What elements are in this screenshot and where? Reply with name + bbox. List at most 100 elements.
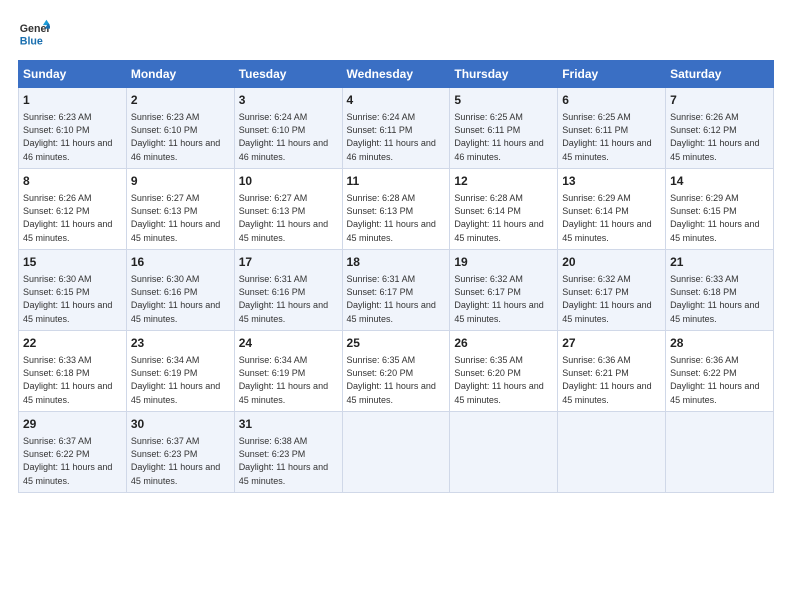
calendar-cell: 15 Sunrise: 6:30 AMSunset: 6:15 PMDayligh… (19, 249, 127, 330)
calendar-cell: 5Sunrise: 6:25 AMSunset: 6:11 PMDaylight… (450, 88, 558, 169)
day-info: Sunrise: 6:26 AMSunset: 6:12 PMDaylight:… (23, 193, 112, 243)
calendar-cell: 3 Sunrise: 6:24 AMSunset: 6:10 PMDaylight… (234, 88, 342, 169)
calendar-cell: 18 Sunrise: 6:31 AMSunset: 6:17 PMDayligh… (342, 249, 450, 330)
day-info: Sunrise: 6:36 AMSunset: 6:22 PMDaylight:… (670, 355, 759, 405)
day-number: 17 (239, 254, 338, 271)
day-info: Sunrise: 6:25 AMSunset: 6:11 PMDaylight:… (562, 112, 651, 162)
day-info: Sunrise: 6:34 AMSunset: 6:19 PMDaylight:… (131, 355, 220, 405)
calendar-cell: 24 Sunrise: 6:34 AMSunset: 6:19 PMDayligh… (234, 330, 342, 411)
day-number: 24 (239, 335, 338, 352)
header: General Blue (18, 18, 774, 50)
day-info: Sunrise: 6:23 AMSunset: 6:10 PMDaylight:… (131, 112, 220, 162)
calendar-cell: 30 Sunrise: 6:37 AMSunset: 6:23 PMDayligh… (126, 411, 234, 492)
calendar-week-row: 29 Sunrise: 6:37 AMSunset: 6:22 PMDayligh… (19, 411, 774, 492)
day-info: Sunrise: 6:30 AMSunset: 6:16 PMDaylight:… (131, 274, 220, 324)
calendar-header-sunday: Sunday (19, 61, 127, 88)
calendar-header-monday: Monday (126, 61, 234, 88)
calendar-header-saturday: Saturday (666, 61, 774, 88)
calendar-header-thursday: Thursday (450, 61, 558, 88)
day-number: 2 (131, 92, 230, 109)
day-info: Sunrise: 6:26 AMSunset: 6:12 PMDaylight:… (670, 112, 759, 162)
day-info: Sunrise: 6:31 AMSunset: 6:17 PMDaylight:… (347, 274, 436, 324)
calendar-cell: 13 Sunrise: 6:29 AMSunset: 6:14 PMDayligh… (558, 168, 666, 249)
calendar-cell: 23 Sunrise: 6:34 AMSunset: 6:19 PMDayligh… (126, 330, 234, 411)
calendar-cell: 22Sunrise: 6:33 AMSunset: 6:18 PMDayligh… (19, 330, 127, 411)
day-number: 12 (454, 173, 553, 190)
calendar-cell (342, 411, 450, 492)
logo: General Blue (18, 18, 50, 50)
calendar-cell: 16Sunrise: 6:30 AMSunset: 6:16 PMDayligh… (126, 249, 234, 330)
calendar-cell: 25Sunrise: 6:35 AMSunset: 6:20 PMDayligh… (342, 330, 450, 411)
calendar-header-friday: Friday (558, 61, 666, 88)
calendar-cell: 28Sunrise: 6:36 AMSunset: 6:22 PMDayligh… (666, 330, 774, 411)
day-number: 27 (562, 335, 661, 352)
day-number: 8 (23, 173, 122, 190)
day-info: Sunrise: 6:23 AMSunset: 6:10 PMDaylight:… (23, 112, 112, 162)
calendar-cell: 7 Sunrise: 6:26 AMSunset: 6:12 PMDaylight… (666, 88, 774, 169)
day-number: 14 (670, 173, 769, 190)
day-info: Sunrise: 6:37 AMSunset: 6:23 PMDaylight:… (131, 436, 220, 486)
day-info: Sunrise: 6:35 AMSunset: 6:20 PMDaylight:… (454, 355, 543, 405)
page: General Blue SundayMondayTuesdayWednesda… (0, 0, 792, 612)
day-info: Sunrise: 6:37 AMSunset: 6:22 PMDaylight:… (23, 436, 112, 486)
calendar-cell: 10 Sunrise: 6:27 AMSunset: 6:13 PMDayligh… (234, 168, 342, 249)
day-number: 11 (347, 173, 446, 190)
day-number: 6 (562, 92, 661, 109)
day-info: Sunrise: 6:29 AMSunset: 6:14 PMDaylight:… (562, 193, 651, 243)
calendar-week-row: 15 Sunrise: 6:30 AMSunset: 6:15 PMDayligh… (19, 249, 774, 330)
day-number: 9 (131, 173, 230, 190)
day-info: Sunrise: 6:34 AMSunset: 6:19 PMDaylight:… (239, 355, 328, 405)
calendar-cell (558, 411, 666, 492)
day-info: Sunrise: 6:24 AMSunset: 6:10 PMDaylight:… (239, 112, 328, 162)
day-info: Sunrise: 6:38 AMSunset: 6:23 PMDaylight:… (239, 436, 328, 486)
calendar-cell: 1 Sunrise: 6:23 AMSunset: 6:10 PMDaylight… (19, 88, 127, 169)
day-number: 31 (239, 416, 338, 433)
day-number: 7 (670, 92, 769, 109)
day-number: 3 (239, 92, 338, 109)
day-info: Sunrise: 6:28 AMSunset: 6:13 PMDaylight:… (347, 193, 436, 243)
day-info: Sunrise: 6:32 AMSunset: 6:17 PMDaylight:… (454, 274, 543, 324)
calendar-cell: 29 Sunrise: 6:37 AMSunset: 6:22 PMDayligh… (19, 411, 127, 492)
day-info: Sunrise: 6:24 AMSunset: 6:11 PMDaylight:… (347, 112, 436, 162)
calendar-cell: 8 Sunrise: 6:26 AMSunset: 6:12 PMDaylight… (19, 168, 127, 249)
calendar-cell: 11 Sunrise: 6:28 AMSunset: 6:13 PMDayligh… (342, 168, 450, 249)
day-info: Sunrise: 6:29 AMSunset: 6:15 PMDaylight:… (670, 193, 759, 243)
calendar-cell: 19Sunrise: 6:32 AMSunset: 6:17 PMDayligh… (450, 249, 558, 330)
calendar-cell: 17 Sunrise: 6:31 AMSunset: 6:16 PMDayligh… (234, 249, 342, 330)
calendar-cell: 26 Sunrise: 6:35 AMSunset: 6:20 PMDayligh… (450, 330, 558, 411)
day-number: 26 (454, 335, 553, 352)
day-number: 18 (347, 254, 446, 271)
calendar-header-tuesday: Tuesday (234, 61, 342, 88)
day-info: Sunrise: 6:33 AMSunset: 6:18 PMDaylight:… (23, 355, 112, 405)
day-number: 21 (670, 254, 769, 271)
day-info: Sunrise: 6:36 AMSunset: 6:21 PMDaylight:… (562, 355, 651, 405)
calendar-cell: 27 Sunrise: 6:36 AMSunset: 6:21 PMDayligh… (558, 330, 666, 411)
calendar-cell (450, 411, 558, 492)
day-info: Sunrise: 6:31 AMSunset: 6:16 PMDaylight:… (239, 274, 328, 324)
day-info: Sunrise: 6:30 AMSunset: 6:15 PMDaylight:… (23, 274, 112, 324)
calendar-week-row: 1 Sunrise: 6:23 AMSunset: 6:10 PMDaylight… (19, 88, 774, 169)
day-info: Sunrise: 6:27 AMSunset: 6:13 PMDaylight:… (131, 193, 220, 243)
day-info: Sunrise: 6:35 AMSunset: 6:20 PMDaylight:… (347, 355, 436, 405)
calendar-week-row: 8 Sunrise: 6:26 AMSunset: 6:12 PMDaylight… (19, 168, 774, 249)
day-number: 20 (562, 254, 661, 271)
day-info: Sunrise: 6:33 AMSunset: 6:18 PMDaylight:… (670, 274, 759, 324)
day-number: 29 (23, 416, 122, 433)
day-number: 15 (23, 254, 122, 271)
calendar-cell: 14 Sunrise: 6:29 AMSunset: 6:15 PMDayligh… (666, 168, 774, 249)
svg-text:Blue: Blue (20, 36, 43, 48)
day-number: 23 (131, 335, 230, 352)
day-info: Sunrise: 6:25 AMSunset: 6:11 PMDaylight:… (454, 112, 543, 162)
day-info: Sunrise: 6:27 AMSunset: 6:13 PMDaylight:… (239, 193, 328, 243)
calendar-cell: 31 Sunrise: 6:38 AMSunset: 6:23 PMDayligh… (234, 411, 342, 492)
calendar-cell: 4 Sunrise: 6:24 AMSunset: 6:11 PMDaylight… (342, 88, 450, 169)
day-info: Sunrise: 6:32 AMSunset: 6:17 PMDaylight:… (562, 274, 651, 324)
day-number: 10 (239, 173, 338, 190)
calendar-header-row: SundayMondayTuesdayWednesdayThursdayFrid… (19, 61, 774, 88)
day-number: 1 (23, 92, 122, 109)
calendar-cell (666, 411, 774, 492)
day-number: 13 (562, 173, 661, 190)
calendar-cell: 6 Sunrise: 6:25 AMSunset: 6:11 PMDaylight… (558, 88, 666, 169)
day-number: 30 (131, 416, 230, 433)
day-number: 4 (347, 92, 446, 109)
